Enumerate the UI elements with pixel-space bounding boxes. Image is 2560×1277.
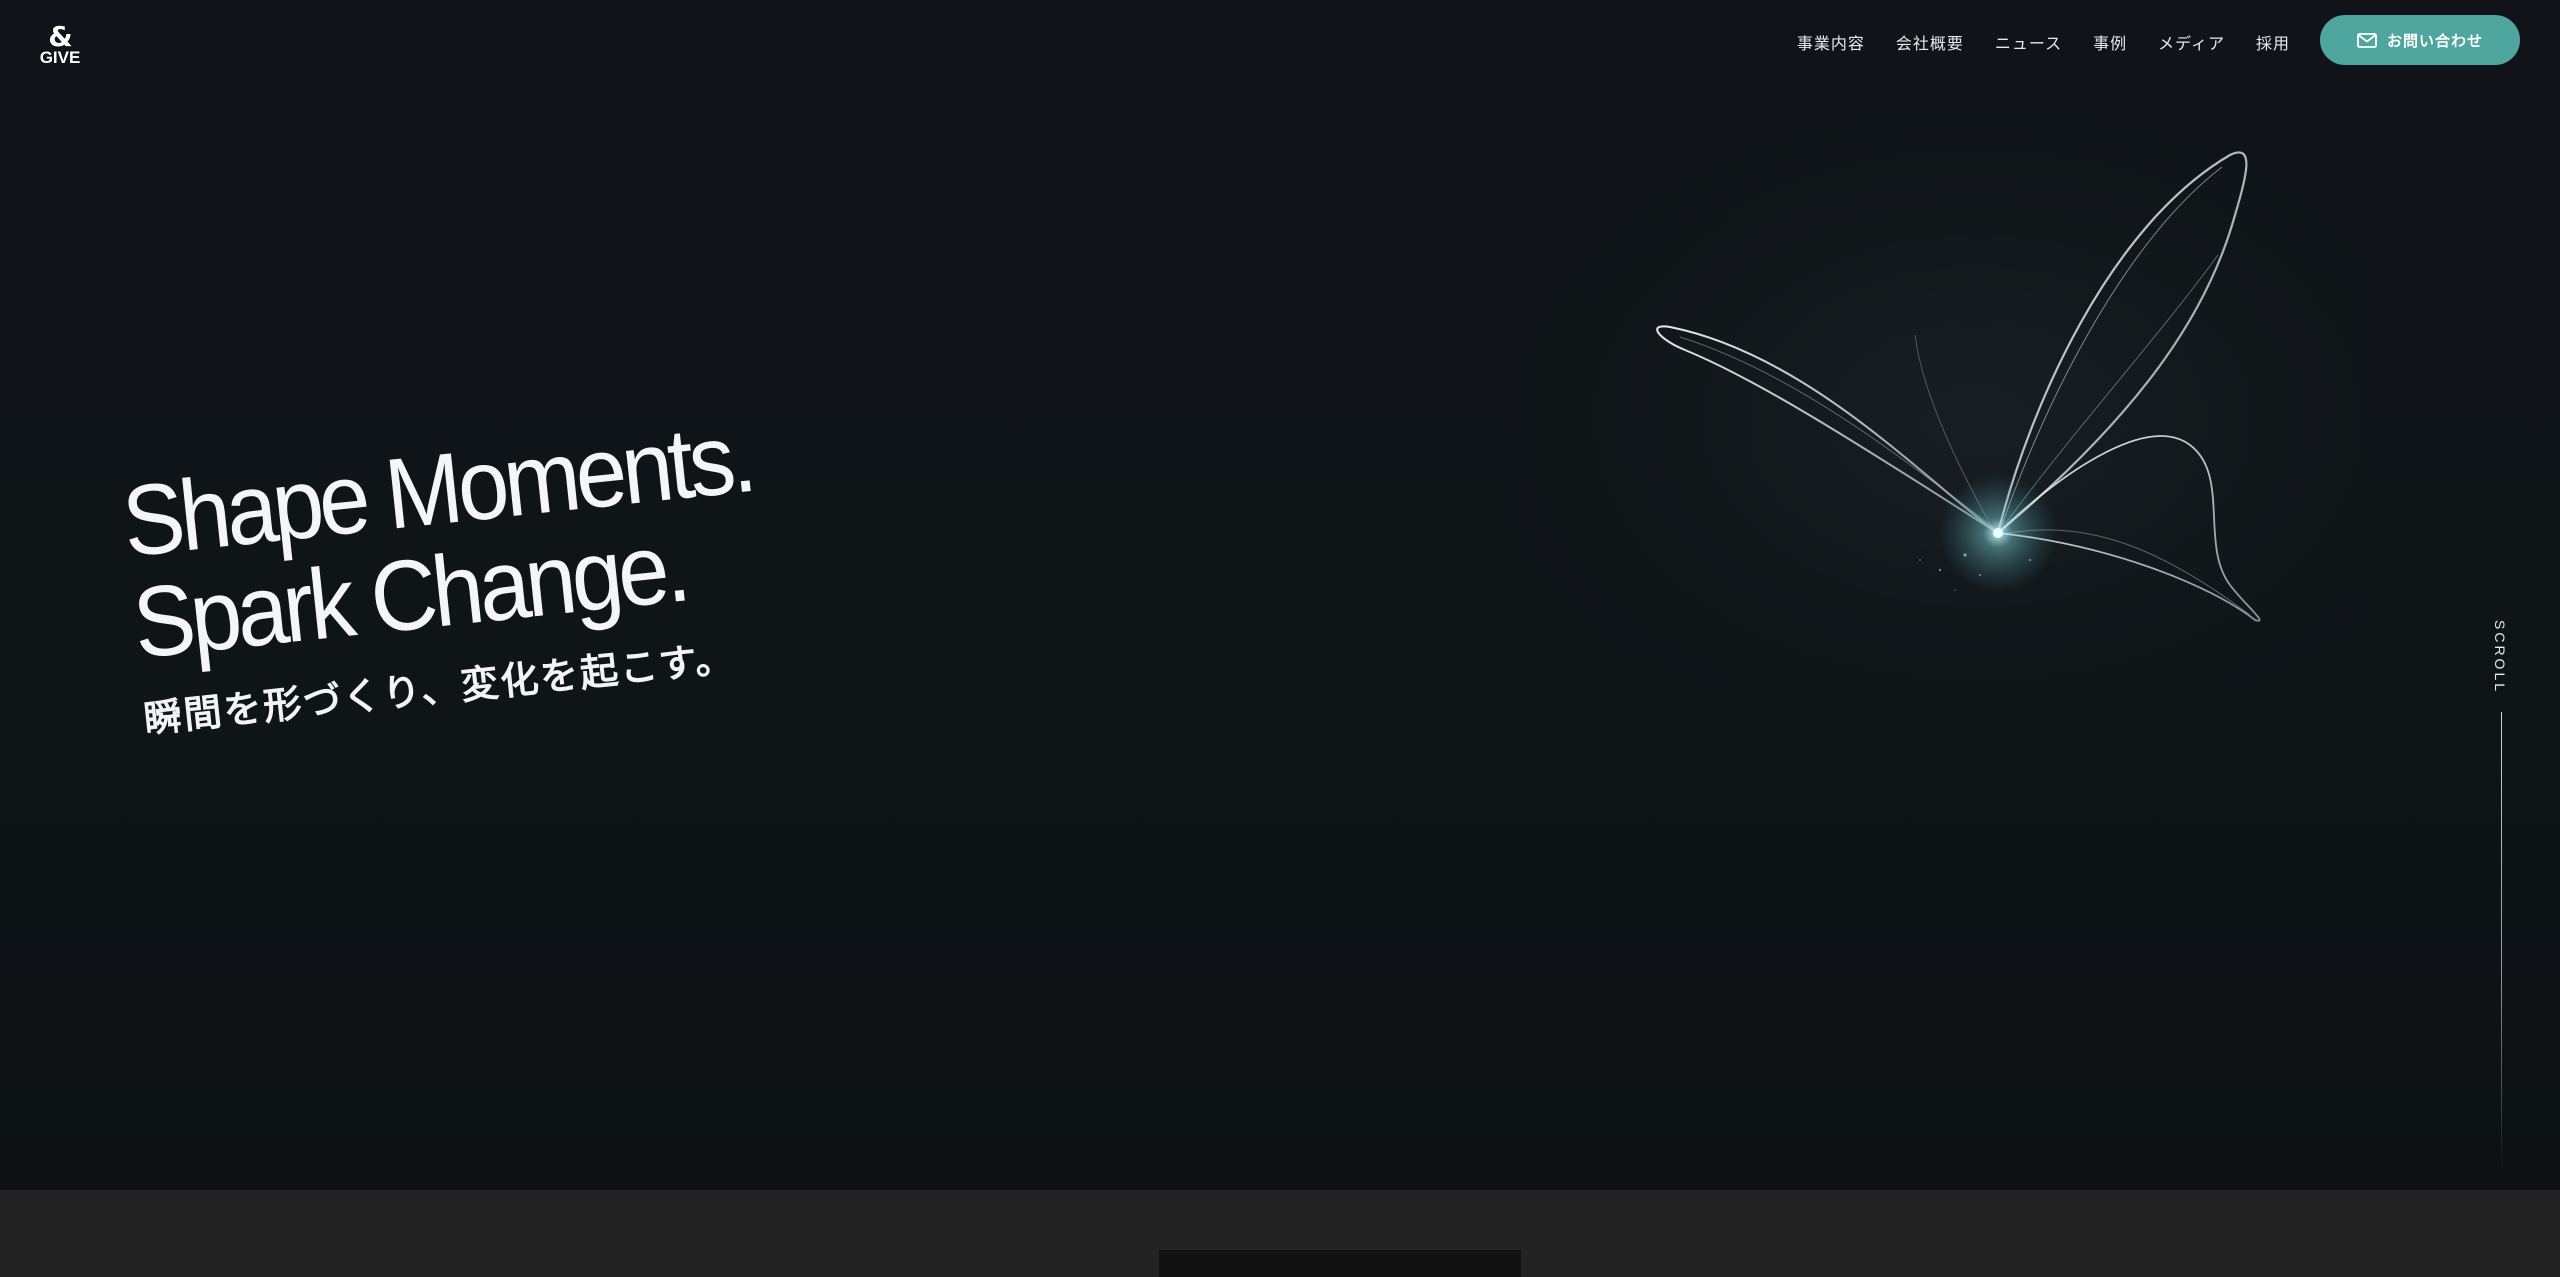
scroll-indicator-label[interactable]: SCROLL	[2492, 620, 2508, 694]
logo-wordmark: GIVE	[39, 47, 81, 67]
next-section-tab	[1159, 1250, 1521, 1277]
logo-symbol: &	[48, 19, 72, 53]
nav-item-news[interactable]: ニュース	[1995, 30, 2062, 54]
nav-item-business[interactable]: 事業内容	[1797, 30, 1865, 54]
nav-item-recruit[interactable]: 採用	[2256, 30, 2290, 54]
hero-section: & GIVE 事業内容 会社概要 ニュース 事例 メディア 採用 お問い合わせ …	[0, 0, 2560, 1190]
nav-item-company[interactable]: 会社概要	[1896, 30, 1964, 54]
contact-button-label: お問い合わせ	[2386, 31, 2483, 50]
butterfly-illustration	[1656, 151, 2261, 622]
main-nav: 事業内容 会社概要 ニュース 事例 メディア 採用	[1797, 30, 2290, 54]
nav-item-media[interactable]: メディア	[2158, 30, 2225, 54]
butterfly-icon	[1510, 105, 2360, 680]
nav-item-cases[interactable]: 事例	[2093, 30, 2127, 54]
logo[interactable]: & GIVE	[38, 22, 82, 66]
next-section-band	[0, 1190, 2560, 1277]
hero-copy: Shape Moments. Spark Change. 瞬間を形づくり、変化を…	[117, 400, 829, 743]
scroll-indicator-line	[2501, 712, 2502, 1172]
contact-button[interactable]: お問い合わせ	[2320, 15, 2520, 65]
mail-icon	[2357, 32, 2377, 48]
